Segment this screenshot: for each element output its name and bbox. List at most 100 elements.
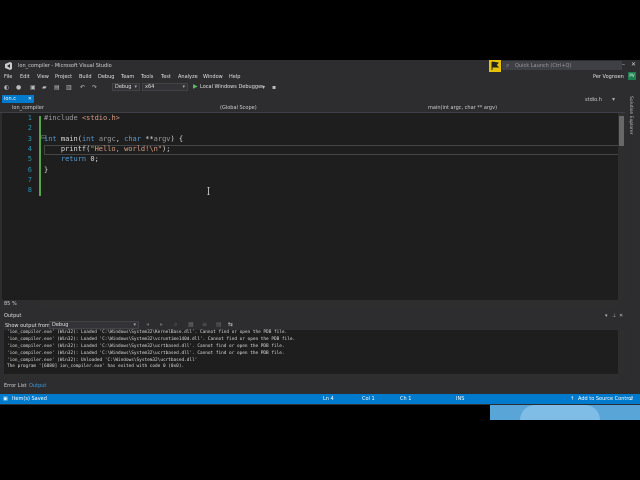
project-dropdown[interactable]: lon_compiler — [12, 105, 44, 111]
output-source-value: Debug — [52, 322, 69, 328]
bottom-tool-tabs — [0, 382, 625, 390]
arrow-up-icon: ↑ — [570, 396, 575, 402]
chevron-down-icon: ▾ — [182, 84, 185, 90]
search-icon: ⌕ — [506, 62, 510, 69]
document-tab-row — [0, 94, 625, 104]
open-file-icon[interactable]: ▰ — [42, 84, 47, 91]
menu-bar — [0, 72, 640, 81]
bell-icon[interactable]: ♪ — [630, 396, 633, 402]
status-line: Ln 4 — [323, 396, 334, 402]
member-dropdown[interactable]: main(int argc, char ** argv) — [428, 105, 497, 111]
scrollbar-thumb[interactable] — [619, 116, 624, 146]
add-to-source-control-button[interactable]: Add to Source Control — [578, 396, 633, 402]
output-line: 'ion_compiler.exe' (Win32): Loaded 'C:\W… — [7, 330, 288, 335]
output-source-dropdown[interactable]: Debug ▾ — [49, 321, 139, 329]
chevron-down-icon: ▾ — [134, 84, 137, 90]
user-name[interactable]: Per Vognsen — [593, 74, 624, 80]
zoom-level[interactable]: 85 % — [4, 301, 17, 307]
close-icon[interactable]: ✕ — [619, 313, 623, 319]
tab-ion-c[interactable]: ion.c ✕ — [2, 95, 34, 103]
chevron-down-icon[interactable]: ▾ — [605, 313, 608, 319]
status-message: Item(s) Saved — [12, 396, 47, 402]
solution-platform-value: x64 — [145, 84, 155, 90]
menu-window[interactable]: Window — [203, 74, 223, 80]
find-message-icon[interactable]: ⌕ — [174, 321, 177, 329]
start-debugging-button[interactable]: Local Windows Debugger — [200, 84, 263, 90]
tab-stdio-h[interactable]: stdio.h — [585, 97, 602, 103]
back-icon[interactable]: ◐ — [4, 84, 9, 91]
output-line: The program '[6080] ion_compiler.exe' ha… — [7, 364, 185, 369]
solution-explorer-tab[interactable]: Solution Explorer — [628, 96, 633, 135]
previous-message-icon[interactable]: ◂ — [146, 321, 149, 328]
word-wrap-icon[interactable]: ≡ — [202, 321, 207, 328]
close-icon[interactable]: ✕ — [631, 61, 636, 68]
visual-studio-logo-icon — [5, 62, 12, 70]
status-column: Col 1 — [362, 396, 375, 402]
tab-list-icon[interactable]: ▾ — [612, 96, 615, 103]
solution-configuration-dropdown[interactable]: Debug ▾ — [112, 83, 140, 91]
chevron-down-icon: ▾ — [133, 322, 136, 328]
menu-team[interactable]: Team — [121, 74, 134, 80]
line-number: 3 — [27, 135, 32, 143]
next-message-icon[interactable]: ▸ — [160, 321, 163, 328]
output-line: 'ion_compiler.exe' (Win32): Loaded 'C:\W… — [7, 344, 285, 349]
line-number: 7 — [27, 176, 32, 184]
close-icon[interactable]: ✕ — [28, 95, 32, 103]
chevron-down-icon[interactable]: ▾ — [262, 84, 265, 91]
status-bar — [0, 394, 640, 404]
webcam-person — [520, 405, 600, 420]
change-tracking-bar — [39, 116, 41, 196]
redo-icon[interactable]: ↷ — [92, 84, 97, 91]
visual-studio-window: lon_compiler - Microsoft Visual Studio ⌕… — [0, 60, 640, 405]
output-vertical-scrollbar[interactable] — [618, 330, 625, 374]
output-panel-title: Output — [4, 313, 22, 319]
status-insert-mode: INS — [456, 396, 465, 402]
minimize-icon[interactable]: – — [622, 61, 625, 68]
menu-file[interactable]: File — [4, 74, 12, 80]
toolbar-extra-icon[interactable]: ▪ — [272, 84, 276, 91]
feedback-flag-icon[interactable] — [489, 60, 501, 72]
wrap-lines-icon[interactable]: ⇆ — [228, 321, 233, 328]
tab-error-list[interactable]: Error List — [4, 383, 27, 389]
avatar[interactable]: PV — [628, 72, 636, 80]
output-line: 'ion_compiler.exe' (Win32): Loaded 'C:\W… — [7, 337, 296, 342]
output-line: 'ion_compiler.exe' (Win32): Unloaded 'C:… — [7, 358, 198, 363]
menu-test[interactable]: Test — [161, 74, 171, 80]
output-line: 'ion_compiler.exe' (Win32): Loaded 'C:\W… — [7, 351, 285, 356]
menu-project[interactable]: Project — [55, 74, 72, 80]
navigation-bar — [0, 104, 625, 113]
menu-help[interactable]: Help — [229, 74, 240, 80]
line-number: 1 — [27, 114, 32, 122]
menu-tools[interactable]: Tools — [141, 74, 153, 80]
tab-label: ion.c — [4, 96, 16, 102]
solution-platform-dropdown[interactable]: x64 ▾ — [142, 83, 188, 91]
forward-icon[interactable]: ● — [16, 84, 21, 91]
clear-all-icon[interactable]: ▦ — [188, 321, 194, 328]
code-line: #include <stdio.h> — [44, 114, 120, 122]
new-project-icon[interactable]: ▣ — [30, 84, 36, 91]
code-line: return 0; — [60, 155, 99, 163]
quick-launch-placeholder: Quick Launch (Ctrl+Q) — [515, 63, 572, 69]
toggle-word-wrap-icon[interactable]: ▤ — [216, 321, 222, 328]
menu-edit[interactable]: Edit — [20, 74, 30, 80]
menu-analyze[interactable]: Analyze — [178, 74, 198, 80]
code-line: printf("Hello, world!\n"); — [44, 145, 171, 153]
menu-build[interactable]: Build — [79, 74, 92, 80]
code-line: } — [44, 166, 49, 174]
editor-horizontal-scrollbar[interactable] — [40, 301, 618, 306]
menu-view[interactable]: View — [37, 74, 49, 80]
line-number: 2 — [27, 124, 32, 132]
save-all-icon[interactable]: ▥ — [66, 84, 72, 91]
show-output-from-label: Show output from: — [5, 323, 52, 329]
output-horizontal-scrollbar[interactable] — [4, 374, 618, 379]
right-tool-strip — [626, 94, 640, 394]
output-panel-header — [0, 312, 625, 319]
tab-output[interactable]: Output — [29, 383, 46, 389]
scope-dropdown[interactable]: (Global Scope) — [220, 105, 257, 111]
pin-icon[interactable]: ⊥ — [612, 313, 616, 319]
save-icon[interactable]: ▤ — [54, 84, 60, 91]
undo-icon[interactable]: ↶ — [80, 84, 85, 91]
menu-debug[interactable]: Debug — [98, 74, 114, 80]
start-debugging-icon[interactable]: ▶ — [193, 83, 198, 90]
status-icon: ▣ — [3, 396, 8, 402]
